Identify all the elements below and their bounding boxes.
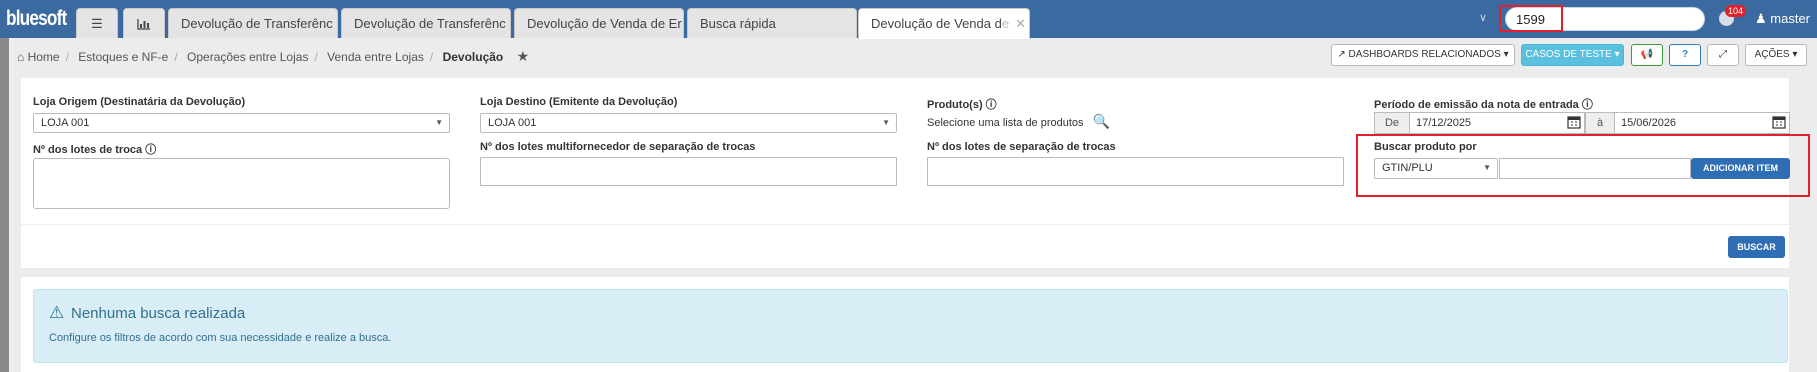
list-icon: ☰: [91, 16, 103, 31]
alert-description: Configure os filtros de acordo com sua n…: [49, 332, 392, 344]
buscar-button[interactable]: BUSCAR: [1728, 236, 1785, 258]
expand-icon: ⤢: [1719, 49, 1727, 60]
periodo-label-text: Período de emissão da nota de entrada: [1374, 99, 1579, 111]
info-icon: ⓘ: [145, 144, 157, 156]
dashboards-label: DASHBOARDS RELACIONADOS: [1348, 49, 1501, 60]
loja-destino-select[interactable]: LOJA 001 ▼: [480, 113, 897, 133]
divider: [21, 224, 1789, 225]
tab-menu[interactable]: ☰: [76, 8, 118, 38]
warning-icon: ⚠: [49, 303, 65, 322]
tab-devolucao-venda-active[interactable]: Devolução de Venda de ✕: [858, 8, 1030, 39]
lotes-troca-label-text: Nº dos lotes de troca: [33, 144, 143, 156]
lotes-sep-input[interactable]: [927, 157, 1344, 186]
data-fim-input[interactable]: 15/06/2026: [1614, 112, 1790, 134]
home-icon: ⌂: [17, 50, 25, 64]
breadcrumb-home[interactable]: Home: [28, 50, 60, 64]
loja-origem-label: Loja Origem (Destinatária da Devolução): [33, 96, 246, 108]
produtos-label-text: Produto(s): [927, 99, 983, 111]
loja-origem-select[interactable]: LOJA 001 ▼: [33, 113, 450, 133]
lotes-multi-label: Nº dos lotes multifornecedor de separaçã…: [480, 141, 756, 153]
tab-label-fade: e: [1001, 16, 1010, 31]
user-name: master: [1770, 11, 1811, 26]
notifications-badge: 104: [1725, 5, 1747, 17]
tab-label: Devolução de Venda de Er: [527, 16, 682, 31]
tab-busca-rapida[interactable]: Busca rápida: [687, 8, 857, 38]
tab-devolucao-transferencia-1[interactable]: Devolução de Transferênc: [168, 8, 338, 38]
highlight-box-buscar-produto: [1356, 134, 1810, 197]
casos-teste-button[interactable]: CASOS DE TESTE ▾: [1521, 44, 1624, 66]
breadcrumb-operacoes[interactable]: Operações entre Lojas: [187, 50, 308, 64]
produtos-label: Produto(s) ⓘ: [927, 96, 997, 112]
close-icon[interactable]: ✕: [1015, 16, 1026, 31]
user-menu[interactable]: ♟ master: [1755, 11, 1810, 27]
tab-devolucao-transferencia-2[interactable]: Devolução de Transferênc: [341, 8, 511, 38]
produtos-select-link[interactable]: Selecione uma lista de produtos 🔍: [927, 113, 1110, 130]
tab-label: Devolução de Transferênc: [181, 16, 333, 31]
periodo-label: Período de emissão da nota de entrada ⓘ: [1374, 96, 1593, 112]
double-chevron-down-icon[interactable]: ∨: [1479, 11, 1487, 24]
lotes-multi-input[interactable]: [480, 157, 897, 186]
star-icon[interactable]: ★: [517, 48, 530, 64]
tab-label: Devolução de Transferênc: [354, 16, 506, 31]
alert-title: Nenhuma busca realizada: [71, 305, 246, 322]
tab-label: Busca rápida: [700, 16, 776, 31]
info-icon: ⓘ: [985, 99, 997, 111]
dashboards-button[interactable]: ↗ DASHBOARDS RELACIONADOS ▾: [1331, 44, 1515, 66]
data-inicio-input[interactable]: 17/12/2025: [1409, 112, 1585, 134]
line-chart-icon: ↗: [1337, 49, 1346, 60]
data-fim-value: 15/06/2026: [1621, 117, 1677, 129]
acoes-label: AÇÕES: [1754, 49, 1790, 60]
calendar-icon[interactable]: [1772, 115, 1786, 129]
sidebar-strip: [0, 38, 9, 372]
caret-down-icon: ▼: [882, 118, 890, 127]
help-button[interactable]: ?: [1669, 44, 1701, 66]
lotes-sep-label: Nº dos lotes de separação de trocas: [927, 141, 1116, 153]
search-icon[interactable]: 🔍: [1093, 113, 1110, 129]
loja-origem-value: LOJA 001: [41, 117, 90, 129]
loja-destino-label: Loja Destino (Emitente da Devolução): [480, 96, 678, 108]
empty-state-alert: ⚠ Nenhuma busca realizada Configure os f…: [33, 289, 1788, 363]
megaphone-icon: 📢: [1640, 49, 1654, 60]
breadcrumb-venda-entre-lojas[interactable]: Venda entre Lojas: [327, 50, 424, 64]
caret-down-icon: ▼: [435, 118, 443, 127]
calendar-icon[interactable]: [1567, 115, 1581, 129]
casos-label: CASOS DE TESTE: [1525, 49, 1612, 60]
top-bar: bluesoft ☰ Devolução de Transferênc Devo…: [0, 0, 1817, 39]
breadcrumb-current: Devolução: [442, 50, 504, 64]
breadcrumb: ⌂ Home / Estoques e NF-e / Operações entre…: [17, 48, 530, 64]
user-icon: ♟: [1755, 11, 1767, 26]
app-logo[interactable]: bluesoft: [6, 7, 67, 31]
lotes-troca-input[interactable]: [33, 158, 450, 209]
a-addon: à: [1585, 112, 1615, 134]
de-addon: De: [1374, 112, 1410, 134]
breadcrumb-estoques[interactable]: Estoques e NF-e: [78, 50, 168, 64]
tab-devolucao-venda-er[interactable]: Devolução de Venda de Er: [514, 8, 684, 38]
data-inicio-value: 17/12/2025: [1416, 117, 1472, 129]
bar-chart-icon: [137, 19, 150, 30]
highlight-box-search: [1499, 5, 1563, 32]
megaphone-button[interactable]: 📢: [1631, 44, 1663, 66]
loja-destino-value: LOJA 001: [488, 117, 537, 129]
fullscreen-button[interactable]: ⤢: [1707, 44, 1739, 66]
produtos-text: Selecione uma lista de produtos: [927, 117, 1084, 129]
acoes-button[interactable]: AÇÕES ▾: [1745, 44, 1807, 66]
tab-dashboard[interactable]: [123, 8, 165, 38]
info-icon: ⓘ: [1581, 99, 1593, 111]
tab-label: Devolução de Venda d: [871, 16, 1002, 31]
lotes-troca-label: Nº dos lotes de troca ⓘ: [33, 141, 156, 157]
question-icon: ?: [1681, 49, 1689, 60]
